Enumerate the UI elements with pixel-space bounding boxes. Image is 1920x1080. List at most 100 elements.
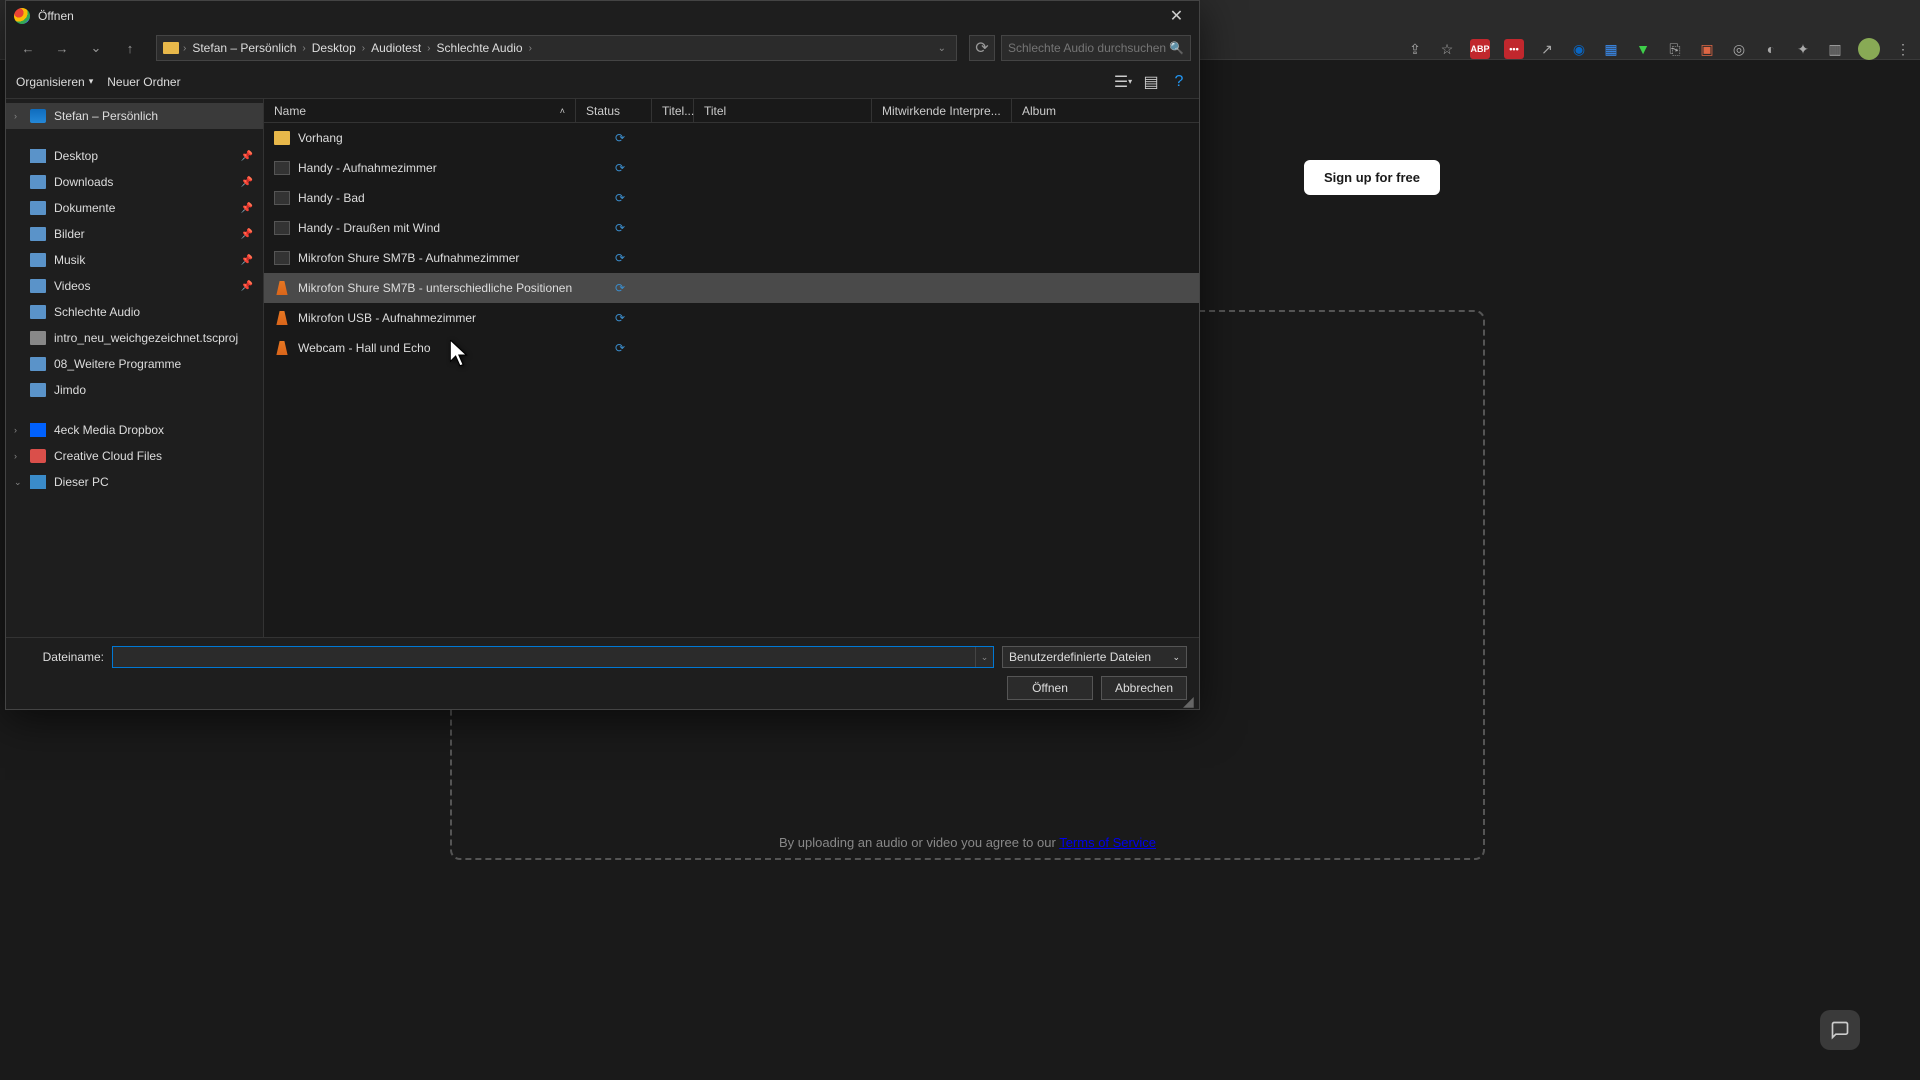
dialog-close-button[interactable]: ✕	[1154, 1, 1199, 31]
extension-icon[interactable]: ▼	[1634, 40, 1652, 58]
column-header-album[interactable]: Album	[1012, 99, 1199, 122]
breadcrumb-segment[interactable]: Stefan – Persönlich	[190, 41, 298, 55]
new-folder-button[interactable]: Neuer Ordner	[107, 75, 180, 89]
folder-icon	[163, 42, 179, 54]
extension-icon[interactable]: ⎘	[1666, 40, 1684, 58]
file-row[interactable]: Mikrofon Shure SM7B - Aufnahmezimmer⟳	[264, 243, 1199, 273]
extension-icon[interactable]: ▦	[1602, 40, 1620, 58]
sidebar: ›Stefan – Persönlich Desktop📌Downloads📌Do…	[6, 99, 264, 637]
filename-dropdown-icon[interactable]: ⌄	[975, 647, 993, 667]
refresh-button[interactable]: ⟳	[969, 35, 995, 61]
file-row[interactable]: Mikrofon Shure SM7B - unterschiedliche P…	[264, 273, 1199, 303]
abp-extension-icon[interactable]: ABP	[1470, 39, 1490, 59]
sync-icon: ⟳	[615, 131, 625, 145]
column-header-trackno[interactable]: Titel...	[652, 99, 694, 122]
browser-extension-row: ⇪ ☆ ABP ••• ↗ ◉ ▦ ▼ ⎘ ▣ ◎ ◐ ✦ ▥ ⋮	[1406, 38, 1912, 60]
filename-input[interactable]	[113, 647, 975, 667]
breadcrumb-segment[interactable]: Audiotest	[369, 41, 423, 55]
file-rows-container: Vorhang⟳Handy - Aufnahmezimmer⟳Handy - B…	[264, 123, 1199, 363]
dialog-navbar: ← → ⌄ ↑ › Stefan – Persönlich › Desktop …	[6, 31, 1199, 65]
sync-icon: ⟳	[615, 341, 625, 355]
sidebar-item[interactable]: Desktop📌	[6, 143, 263, 169]
dialog-titlebar: Öffnen ✕	[6, 1, 1199, 31]
folder-icon	[30, 357, 46, 371]
sidepanel-icon[interactable]: ▥	[1826, 40, 1844, 58]
extension-icon[interactable]: ◎	[1730, 40, 1748, 58]
sidebar-item[interactable]: Downloads📌	[6, 169, 263, 195]
search-input[interactable]	[1008, 41, 1169, 55]
breadcrumb-bar[interactable]: › Stefan – Persönlich › Desktop › Audiot…	[156, 35, 957, 61]
sidebar-item[interactable]: Bilder📌	[6, 221, 263, 247]
pin-icon: 📌	[241, 203, 253, 214]
breadcrumb-segment[interactable]: Desktop	[310, 41, 358, 55]
terms-text: By uploading an audio or video you agree…	[445, 835, 1490, 850]
audio-icon	[274, 191, 290, 205]
breadcrumb-segment[interactable]: Schlechte Audio	[435, 41, 525, 55]
sidebar-item[interactable]: Videos📌	[6, 273, 263, 299]
help-button[interactable]: ?	[1169, 72, 1189, 92]
extension-icon[interactable]: ↗	[1538, 40, 1556, 58]
sidebar-item[interactable]: ›4eck Media Dropbox	[6, 417, 263, 443]
column-header-title[interactable]: Titel	[694, 99, 872, 122]
file-row[interactable]: Mikrofon USB - Aufnahmezimmer⟳	[264, 303, 1199, 333]
nav-back-button[interactable]: ←	[14, 34, 42, 62]
sidebar-item[interactable]: 08_Weitere Programme	[6, 351, 263, 377]
expander-icon[interactable]: ⌄	[14, 477, 22, 488]
folder-icon	[30, 305, 46, 319]
file-name-label: Mikrofon Shure SM7B - unterschiedliche P…	[298, 281, 572, 295]
extension-icon[interactable]: ▣	[1698, 40, 1716, 58]
column-header-status[interactable]: Status	[576, 99, 652, 122]
terms-link[interactable]: Terms of Service	[1059, 835, 1156, 850]
organize-button[interactable]: Organisieren ▾	[16, 75, 93, 89]
expander-icon[interactable]: ›	[14, 425, 17, 435]
sidebar-item[interactable]: Dokumente📌	[6, 195, 263, 221]
sidebar-item[interactable]: ›Creative Cloud Files	[6, 443, 263, 469]
file-row[interactable]: Vorhang⟳	[264, 123, 1199, 153]
sidebar-item[interactable]: Schlechte Audio	[6, 299, 263, 325]
column-header-artists[interactable]: Mitwirkende Interpre...	[872, 99, 1012, 122]
dialog-toolbar: Organisieren ▾ Neuer Ordner ☰ ▾ ▤ ?	[6, 65, 1199, 99]
extension-icon[interactable]: ◉	[1570, 40, 1588, 58]
dropbox-icon	[30, 423, 46, 437]
sidebar-item[interactable]: Jimdo	[6, 377, 263, 403]
file-name-label: Mikrofon USB - Aufnahmezimmer	[298, 311, 476, 325]
search-box[interactable]: 🔍	[1001, 35, 1191, 61]
file-row[interactable]: Handy - Draußen mit Wind⟳	[264, 213, 1199, 243]
breadcrumb-separator: ›	[302, 43, 305, 54]
sidebar-item[interactable]: Musik📌	[6, 247, 263, 273]
file-row[interactable]: Webcam - Hall und Echo⟳	[264, 333, 1199, 363]
cancel-button[interactable]: Abbrechen	[1101, 676, 1187, 700]
filename-input-wrap[interactable]: ⌄	[112, 646, 994, 668]
expander-icon[interactable]: ›	[14, 451, 17, 461]
bookmark-star-icon[interactable]: ☆	[1438, 40, 1456, 58]
pin-icon: 📌	[241, 177, 253, 188]
filetype-select[interactable]: Benutzerdefinierte Dateien⌄	[1002, 646, 1187, 668]
share-icon[interactable]: ⇪	[1406, 40, 1424, 58]
nav-up-button[interactable]: ↑	[116, 34, 144, 62]
extensions-puzzle-icon[interactable]: ✦	[1794, 40, 1812, 58]
sidebar-item[interactable]: intro_neu_weichgezeichnet.tscproj	[6, 325, 263, 351]
resize-grip[interactable]: ◢	[1183, 693, 1197, 707]
nav-recent-button[interactable]: ⌄	[82, 34, 110, 62]
view-mode-button[interactable]: ☰ ▾	[1113, 72, 1133, 92]
expander-icon[interactable]: ›	[14, 111, 17, 121]
chrome-menu-icon[interactable]: ⋮	[1894, 40, 1912, 58]
sidebar-item-label: Videos	[54, 279, 90, 293]
chat-widget-button[interactable]	[1820, 1010, 1860, 1050]
extension-icon[interactable]: ◐	[1762, 40, 1780, 58]
file-row[interactable]: Handy - Aufnahmezimmer⟳	[264, 153, 1199, 183]
nav-forward-button[interactable]: →	[48, 34, 76, 62]
sidebar-item[interactable]: ⌄Dieser PC	[6, 469, 263, 495]
lastpass-extension-icon[interactable]: •••	[1504, 39, 1524, 59]
breadcrumb-dropdown-icon[interactable]: ⌄	[934, 43, 950, 54]
file-row[interactable]: Handy - Bad⟳	[264, 183, 1199, 213]
profile-avatar[interactable]	[1858, 38, 1880, 60]
column-header-name[interactable]: Name˄	[264, 99, 576, 122]
dialog-main-area: ›Stefan – Persönlich Desktop📌Downloads📌Do…	[6, 99, 1199, 637]
signup-button[interactable]: Sign up for free	[1304, 160, 1440, 195]
preview-pane-button[interactable]: ▤	[1141, 72, 1161, 92]
open-button[interactable]: Öffnen	[1007, 676, 1093, 700]
filename-label: Dateiname:	[18, 650, 104, 664]
sidebar-item[interactable]: ›Stefan – Persönlich	[6, 103, 263, 129]
search-icon: 🔍	[1169, 41, 1184, 55]
